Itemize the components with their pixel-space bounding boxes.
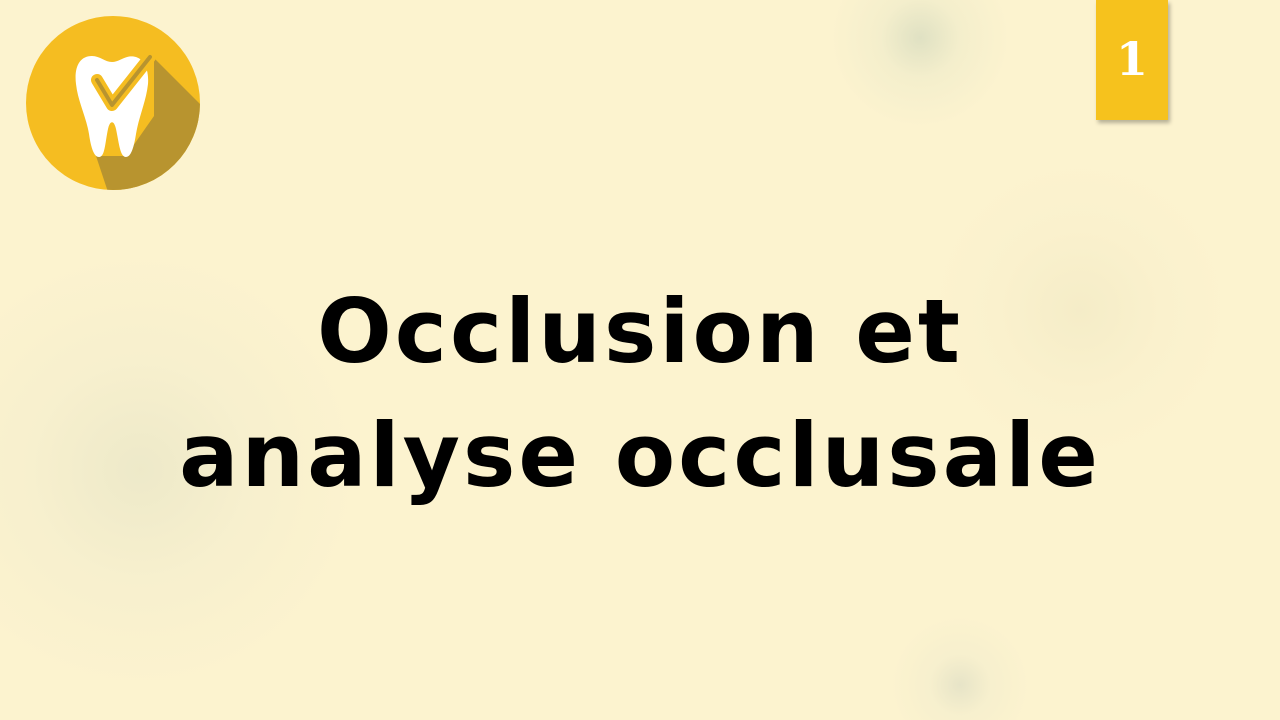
title-line-2: analyse occlusale: [179, 404, 1101, 507]
page-number: 1: [1115, 32, 1148, 86]
slide-title: Occlusion et analyse occlusale: [0, 270, 1280, 518]
title-line-1: Occlusion et: [317, 280, 963, 383]
tooth-check-icon: [26, 16, 200, 190]
page-number-badge: 1: [1096, 0, 1168, 120]
